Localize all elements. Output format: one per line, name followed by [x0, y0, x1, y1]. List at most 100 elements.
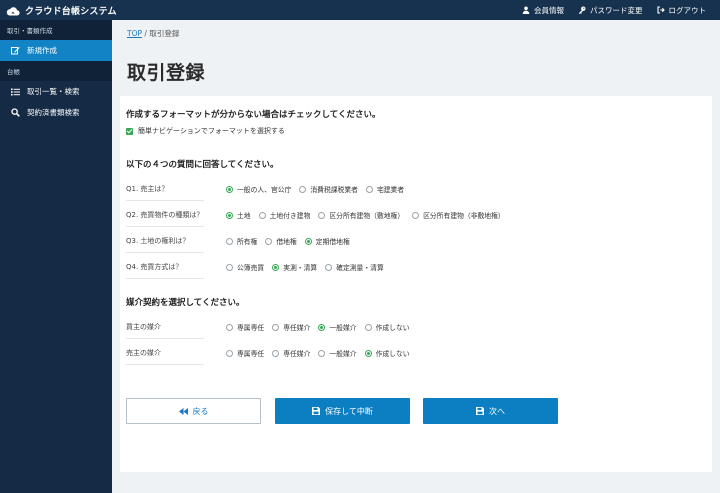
member-info-link[interactable]: 会員情報	[522, 5, 564, 16]
breadcrumb-top-link[interactable]: TOP	[127, 29, 142, 38]
back-button[interactable]: 戻る	[126, 398, 261, 424]
questions-options: 土地 土地付き建物 区分所有建物（敷地権） 区分所有建物（非敷地権）	[226, 210, 505, 220]
row-divider	[126, 278, 204, 279]
radio-option-label: 公簿売買	[237, 264, 265, 272]
questions-row: Q4. 売買方式は？ 公簿売買 実測・清算 確定測量・清算	[126, 260, 526, 279]
radio-option[interactable]: 借地権	[265, 236, 297, 246]
rewind-icon	[178, 407, 188, 415]
questions-row: Q1. 売主は？ 一般の人、官公庁 消費税課税業者 宅建業者	[126, 182, 526, 201]
radio-unselected[interactable]	[226, 349, 233, 357]
radio-unselected[interactable]	[364, 323, 372, 331]
key-icon	[578, 6, 586, 14]
radio-option[interactable]: 公簿売買	[226, 262, 264, 272]
radio-selected[interactable]	[304, 237, 312, 245]
user-icon	[522, 6, 530, 14]
radio-unselected[interactable]	[318, 349, 326, 357]
radio-option-label: 所有権	[237, 238, 258, 246]
radio-selected[interactable]	[318, 323, 326, 331]
radio-option[interactable]: 専属専任	[226, 322, 264, 332]
radio-unselected[interactable]	[226, 237, 233, 245]
radio-option-label: 定期借地権	[315, 238, 350, 246]
row-divider	[126, 252, 204, 253]
radio-selected[interactable]	[226, 211, 233, 219]
app-title: クラウド台帳システム	[25, 6, 117, 17]
radio-unselected[interactable]	[272, 323, 280, 331]
sidebar-item-new[interactable]: 新規作成	[0, 40, 112, 61]
radio-option-label: 借地権	[276, 238, 297, 246]
sidebar-item-list-label: 取引一覧・検索	[27, 87, 80, 96]
radio-option[interactable]: 区分所有建物（敷地権）	[318, 210, 404, 220]
save-icon	[476, 407, 484, 415]
radio-option[interactable]: 土地	[226, 210, 251, 220]
app-brand[interactable]: クラウド台帳システム	[0, 4, 117, 17]
radio-option-label: 専属専任	[237, 350, 265, 358]
radio-option-label: 土地付き建物	[269, 212, 311, 220]
radio-unselected[interactable]	[272, 349, 280, 357]
sidebar: 取引・書類作成 新規作成 台帳 取引一覧・検索 契約済書類検索	[0, 20, 112, 493]
radio-option-label: 実測・清算	[283, 264, 318, 272]
radio-option[interactable]: 所有権	[226, 236, 257, 246]
sidebar-item-contract-search-label: 契約済書類検索	[27, 108, 80, 117]
radio-unselected[interactable]	[265, 237, 273, 245]
radio-unselected[interactable]	[226, 323, 233, 331]
form-card: 作成するフォーマットが分からない場合はチェックしてください。 簡単ナビゲーション…	[120, 96, 712, 472]
easy-nav-checkbox-row[interactable]: 簡単ナビゲーションでフォーマットを選択する	[126, 126, 285, 136]
easy-nav-checkbox[interactable]	[126, 127, 133, 135]
sidebar-item-list[interactable]: 取引一覧・検索	[0, 81, 112, 102]
easy-nav-checkbox-label: 簡単ナビゲーションでフォーマットを選択する	[138, 127, 285, 135]
radio-unselected[interactable]	[318, 211, 326, 219]
row-divider	[126, 364, 204, 365]
radio-option[interactable]: 作成しない	[364, 322, 410, 332]
radio-option[interactable]: 一般の人、官公庁	[226, 184, 291, 194]
radio-option[interactable]: 作成しない	[364, 348, 410, 358]
radio-option[interactable]: 一般媒介	[318, 348, 357, 358]
radio-option[interactable]: 確定測量・清算	[325, 262, 384, 272]
radio-option[interactable]: 一般媒介	[318, 322, 357, 332]
password-change-link[interactable]: パスワード変更	[578, 5, 643, 16]
logout-link[interactable]: ログアウト	[656, 5, 706, 16]
radio-option[interactable]: 区分所有建物（非敷地権）	[412, 210, 505, 220]
radio-option[interactable]: 専任媒介	[272, 322, 310, 332]
radio-option-label: 区分所有建物（非敷地権）	[423, 212, 505, 220]
save-suspend-button[interactable]: 保存して中断	[275, 398, 410, 424]
top-nav: 会員情報 パスワード変更 ログアウト	[522, 5, 720, 16]
radio-unselected[interactable]	[226, 263, 233, 271]
breadcrumb-separator: /	[144, 29, 147, 38]
radio-option[interactable]: 専任媒介	[272, 348, 310, 358]
mediation-label: 買主の媒介	[126, 323, 161, 331]
sidebar-item-new-label: 新規作成	[27, 46, 57, 55]
questions-label: Q3. 土地の権利は？	[126, 237, 190, 245]
mediation-row: 買主の媒介 専属専任 専任媒介 一般媒介 作成しない	[126, 320, 526, 339]
radio-option-label: 消費税課税業者	[310, 186, 358, 194]
save-icon	[312, 407, 321, 415]
radio-unselected[interactable]	[299, 185, 307, 193]
password-change-label: パスワード変更	[590, 5, 643, 15]
cloud-icon	[6, 6, 20, 16]
questions-row: Q2. 売買物件の種類は？ 土地 土地付き建物 区分所有建物（敷地権） 区分所有建物（非…	[126, 208, 526, 227]
radio-selected[interactable]	[226, 185, 233, 193]
radio-option[interactable]: 土地付き建物	[258, 210, 311, 220]
radio-option[interactable]: 専属専任	[226, 348, 264, 358]
next-button[interactable]: 次へ	[423, 398, 558, 424]
radio-unselected[interactable]	[412, 211, 420, 219]
radio-unselected[interactable]	[258, 211, 266, 219]
radio-unselected[interactable]	[325, 263, 333, 271]
radio-option[interactable]: 宅建業者	[365, 184, 405, 194]
radio-selected[interactable]	[364, 349, 372, 357]
radio-option-label: 専任媒介	[283, 350, 311, 358]
questions-options: 一般の人、官公庁 消費税課税業者 宅建業者	[226, 184, 404, 194]
page-title: 取引登録	[127, 62, 206, 84]
list-icon	[11, 88, 20, 96]
radio-selected[interactable]	[272, 263, 280, 271]
logout-icon	[656, 6, 665, 14]
radio-option-label: 宅建業者	[376, 186, 405, 194]
sidebar-item-contract-search[interactable]: 契約済書類検索	[0, 102, 112, 123]
radio-unselected[interactable]	[365, 185, 373, 193]
questions-label: Q4. 売買方式は？	[126, 263, 183, 271]
questions-section-title: 以下の４つの質問に回答してください。	[126, 160, 279, 170]
radio-option-label: 区分所有建物（敷地権）	[329, 212, 405, 220]
radio-option[interactable]: 定期借地権	[304, 236, 350, 246]
radio-option[interactable]: 消費税課税業者	[299, 184, 358, 194]
radio-option[interactable]: 実測・清算	[272, 262, 317, 272]
radio-option-label: 土地	[237, 212, 251, 220]
